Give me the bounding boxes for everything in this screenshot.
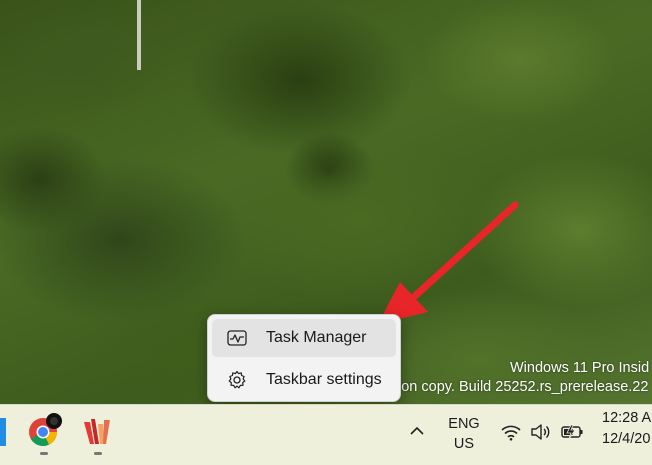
battery-charging-icon[interactable] [561, 424, 585, 445]
chrome-icon[interactable] [27, 412, 67, 453]
app-running-indicator [40, 452, 48, 455]
stripes-app-icon[interactable] [82, 416, 114, 451]
wifi-icon[interactable] [500, 423, 522, 446]
clock-date: 12/4/20 [602, 431, 651, 447]
menu-item-label: Taskbar settings [266, 371, 382, 388]
gear-icon [226, 369, 248, 391]
app-running-indicator [94, 452, 102, 455]
menu-item-taskbar-settings[interactable]: Taskbar settings [212, 361, 396, 399]
taskbar-clock[interactable]: 12:28 A 12/4/20 [602, 408, 651, 450]
menu-item-task-manager[interactable]: Task Manager [212, 319, 396, 357]
volume-icon[interactable] [530, 423, 552, 446]
taskbar-context-menu: Task Manager Taskbar settings [207, 314, 401, 402]
partial-app-icon[interactable] [0, 418, 6, 446]
menu-item-label: Task Manager [266, 329, 367, 346]
language-code: ENG [448, 416, 480, 432]
task-manager-icon [226, 327, 248, 349]
language-indicator[interactable]: ENG US [444, 414, 484, 454]
language-region: US [453, 436, 475, 452]
chevron-up-icon[interactable] [409, 424, 425, 442]
clock-time: 12:28 A [602, 410, 652, 426]
